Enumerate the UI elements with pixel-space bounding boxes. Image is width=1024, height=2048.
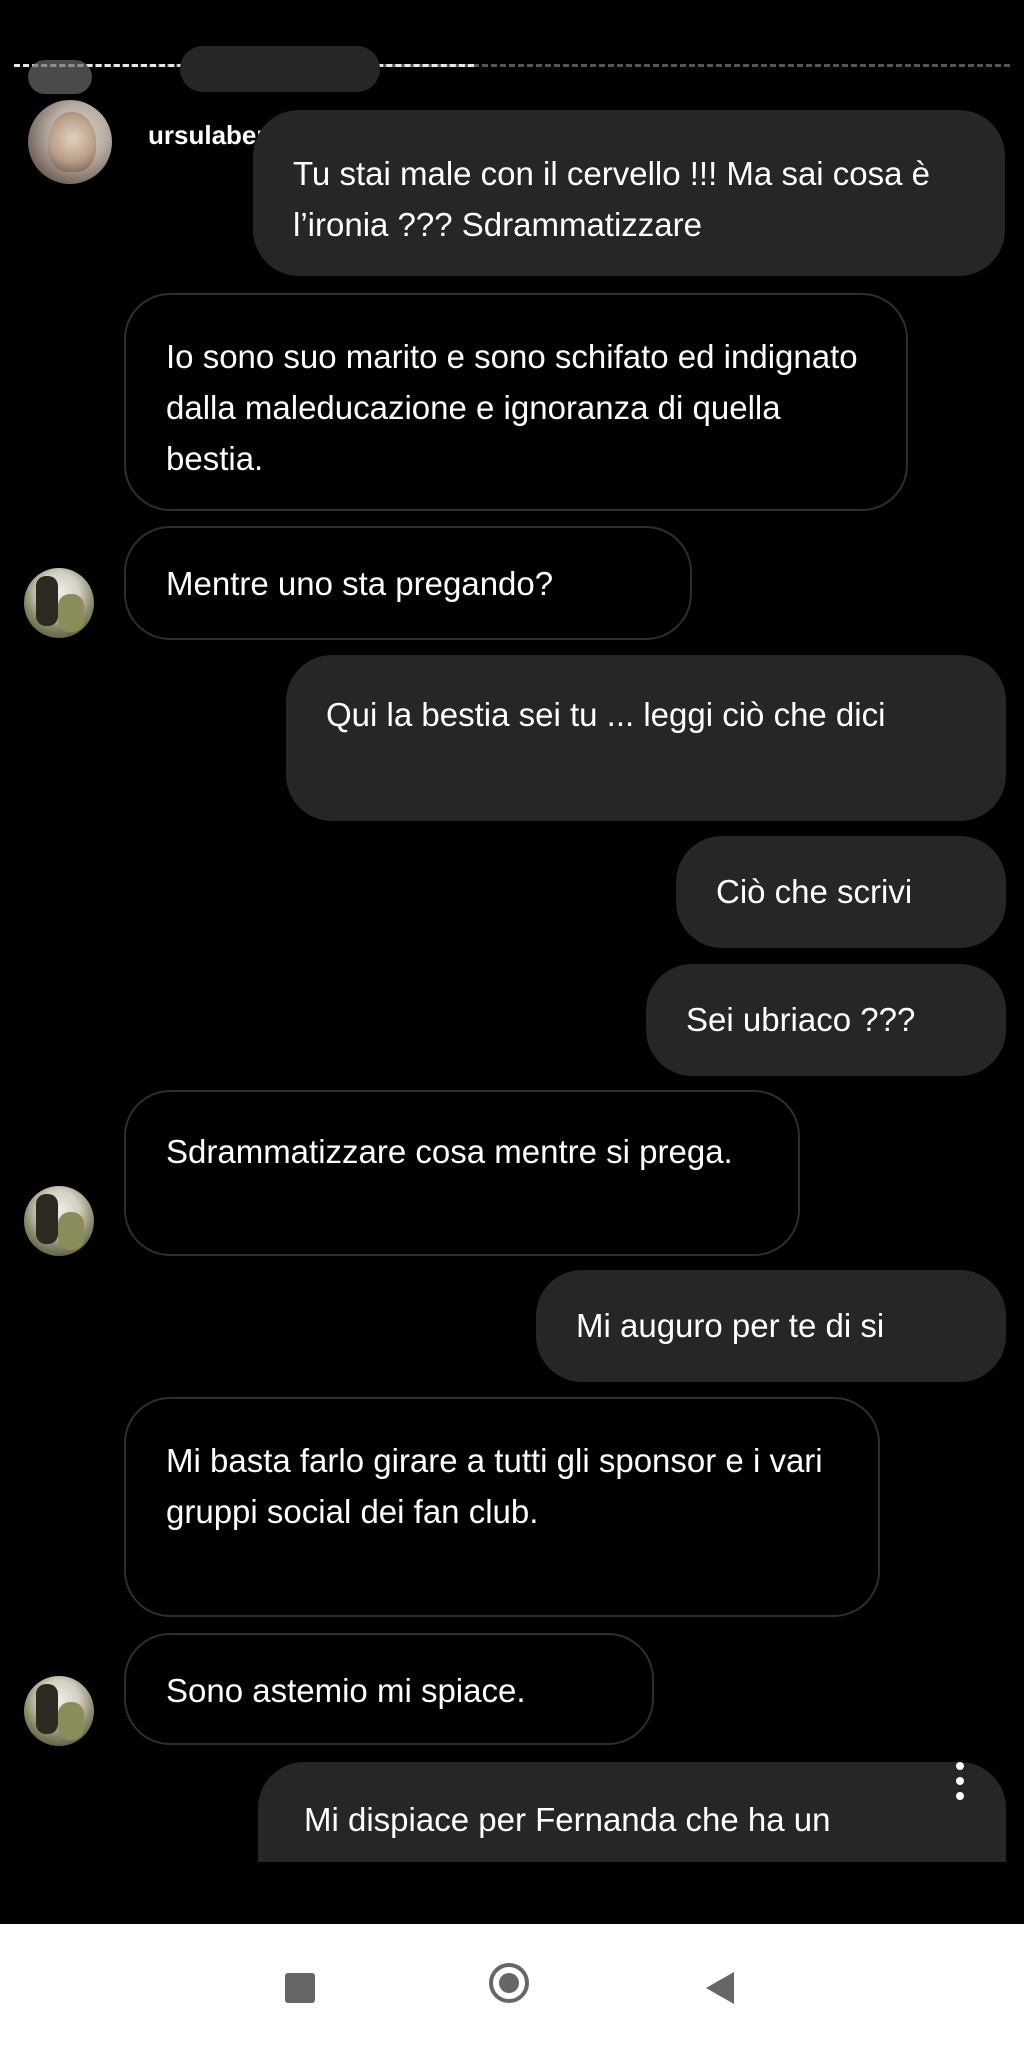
message-text: Sei ubriaco ??? — [686, 1001, 916, 1038]
message-text: Mi auguro per te di si — [576, 1307, 885, 1344]
message-text: Qui la bestia sei tu ... leggi ciò che d… — [326, 696, 886, 733]
message-bubble[interactable]: Sei ubriaco ??? — [646, 964, 1006, 1076]
message-text: Mi dispiace per Fernanda che ha un — [304, 1801, 831, 1838]
message-bubble[interactable]: Mi auguro per te di si — [536, 1270, 1006, 1382]
home-circle-icon[interactable] — [489, 1963, 529, 2003]
message-bubble[interactable]: Tu stai male con il cervello !!! Ma sai … — [253, 110, 1005, 276]
message-text: Mentre uno sta pregando? — [166, 565, 554, 602]
message-bubble[interactable]: Sdrammatizzare cosa mentre si prega. — [124, 1090, 800, 1256]
message-bubble[interactable]: Sono astemio mi spiace. — [124, 1633, 654, 1745]
previous-message-bubble — [180, 46, 380, 92]
back-triangle-icon[interactable] — [706, 1972, 734, 2004]
message-text: Sono astemio mi spiace. — [166, 1672, 526, 1709]
message-bubble[interactable]: Mentre uno sta pregando? — [124, 526, 692, 640]
message-bubble[interactable]: Io sono suo marito e sono schifato ed in… — [124, 293, 908, 511]
message-text: Sdrammatizzare cosa mentre si prega. — [166, 1133, 733, 1170]
previous-avatar — [28, 60, 92, 94]
sender-avatar[interactable] — [24, 568, 94, 638]
message-bubble[interactable]: Mi dispiace per Fernanda che ha un — [258, 1762, 1006, 1862]
more-vertical-icon[interactable] — [952, 1762, 968, 1810]
sender-avatar[interactable] — [24, 1186, 94, 1256]
message-text: Ciò che scrivi — [716, 873, 913, 910]
message-bubble[interactable]: Mi basta farlo girare a tutti gli sponso… — [124, 1397, 880, 1617]
recents-square-icon[interactable] — [285, 1973, 315, 2003]
message-text: Tu stai male con il cervello !!! Ma sai … — [293, 155, 931, 243]
message-bubble[interactable]: Ciò che scrivi — [676, 836, 1006, 948]
message-bubble[interactable]: Qui la bestia sei tu ... leggi ciò che d… — [286, 655, 1006, 821]
story-avatar[interactable] — [28, 100, 112, 184]
sender-avatar[interactable] — [24, 1676, 94, 1746]
message-text: Mi basta farlo girare a tutti gli sponso… — [166, 1442, 823, 1530]
message-text: Io sono suo marito e sono schifato ed in… — [166, 338, 858, 477]
